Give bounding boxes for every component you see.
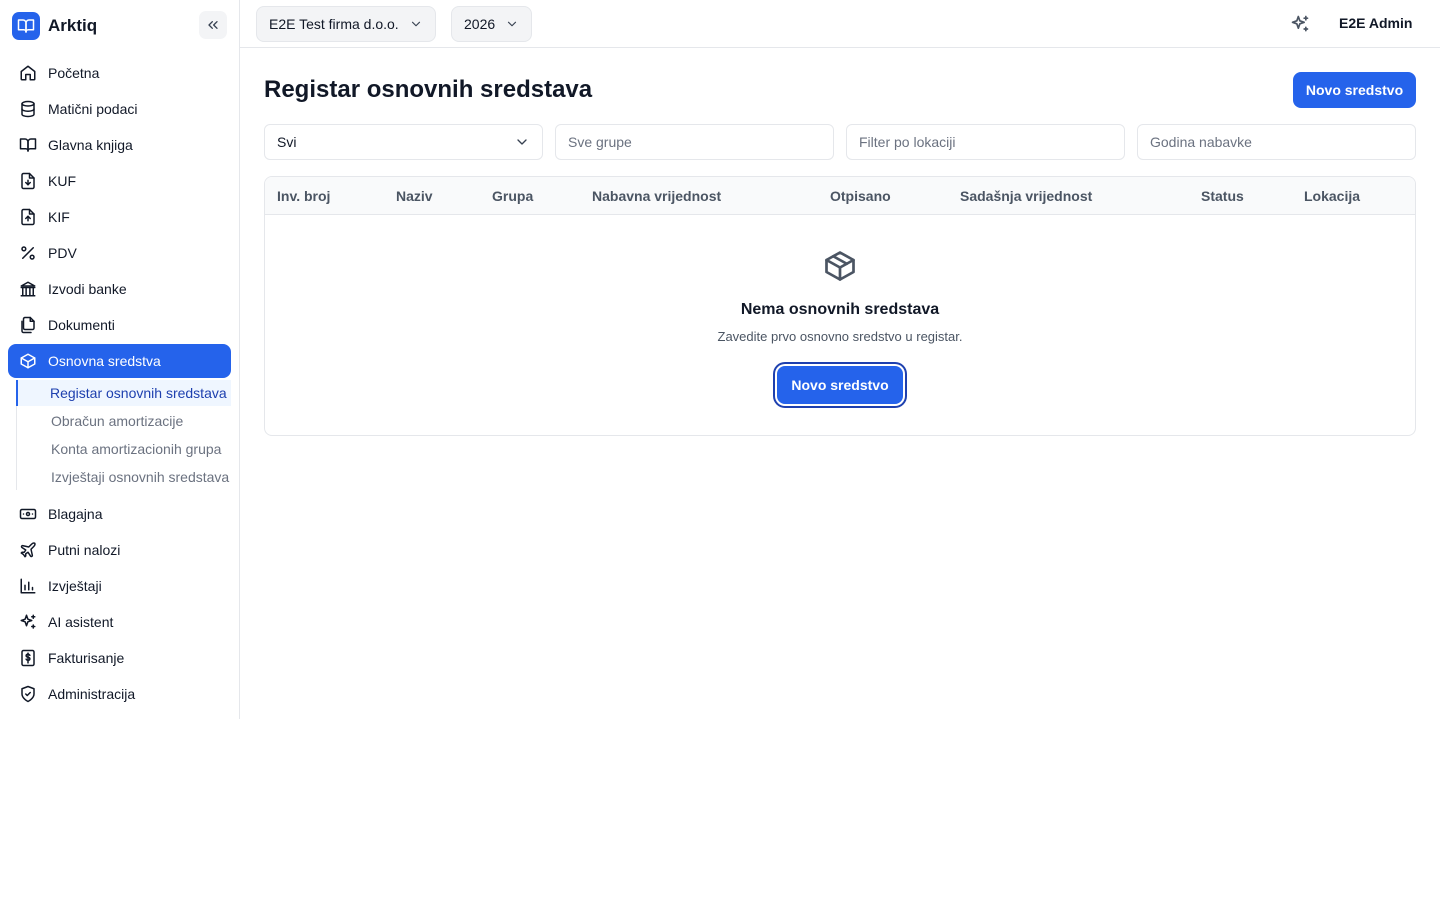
- topbar: E2E Test firma d.o.o. 2026 E2E Admin: [240, 0, 1440, 48]
- empty-state-title: Nema osnovnih sredstava: [740, 301, 940, 318]
- sidebar-item-label: Izvještaji: [48, 578, 102, 594]
- sidebar-item-label: Matični podaci: [48, 101, 138, 117]
- column-header-lokacija[interactable]: Lokacija: [1304, 188, 1360, 204]
- book-open-icon: [19, 136, 37, 154]
- subitem-obracun-amortizacije[interactable]: Obračun amortizacije: [17, 408, 231, 434]
- subitem-label: Registar osnovnih sredstava: [50, 385, 227, 401]
- sidebar-item-maticni-podaci[interactable]: Matični podaci: [8, 92, 231, 126]
- files-icon: [19, 316, 37, 334]
- sidebar-item-ai-asistent[interactable]: AI asistent: [8, 605, 231, 639]
- sidebar-item-pocetna[interactable]: Početna: [8, 56, 231, 90]
- sidebar-item-administracija[interactable]: Administracija: [8, 677, 231, 711]
- sidebar-item-label: Izvodi banke: [48, 281, 127, 297]
- bank-icon: [19, 280, 37, 298]
- sidebar-item-putni-nalozi[interactable]: Putni nalozi: [8, 533, 231, 567]
- location-filter-input[interactable]: [859, 134, 1112, 150]
- column-header-nabavna-vrijednost[interactable]: Nabavna vrijednost: [592, 188, 721, 204]
- sidebar-item-osnovna-sredstva[interactable]: Osnovna sredstva: [8, 344, 231, 378]
- book-open-icon: [12, 12, 40, 40]
- sidebar-item-kuf[interactable]: KUF: [8, 164, 231, 198]
- home-icon: [19, 64, 37, 82]
- sidebar-item-label: KIF: [48, 209, 70, 225]
- file-download-icon: [19, 172, 37, 190]
- sidebar-item-label: AI asistent: [48, 614, 114, 630]
- column-header-grupa[interactable]: Grupa: [492, 188, 533, 204]
- sidebar-item-label: Putni nalozi: [48, 542, 121, 558]
- chevron-down-icon: [514, 134, 530, 150]
- ai-assistant-button[interactable]: [1290, 14, 1310, 34]
- year-select[interactable]: 2026: [451, 6, 533, 42]
- invoice-dollar-icon: [19, 649, 37, 667]
- subitem-konta-amortizacionih-grupa[interactable]: Konta amortizacionih grupa: [17, 436, 231, 462]
- brand[interactable]: Arktiq: [12, 12, 97, 40]
- new-asset-button[interactable]: Novo sredstvo: [1293, 72, 1416, 108]
- acquisition-year-filter[interactable]: [1137, 124, 1416, 160]
- sidebar-item-label: Osnovna sredstva: [48, 353, 161, 369]
- status-filter-select[interactable]: Svi: [264, 124, 543, 160]
- column-header-otpisano[interactable]: Otpisano: [830, 188, 891, 204]
- package-icon: [19, 352, 37, 370]
- sparkles-icon: [19, 613, 37, 631]
- assets-table: Inv. broj Naziv Grupa Nabavna vrijednost…: [264, 176, 1416, 436]
- subitem-izvjestaji-osnovnih-sredstava[interactable]: Izvještaji osnovnih sredstava: [17, 464, 231, 490]
- sidebar-item-blagajna[interactable]: Blagajna: [8, 497, 231, 531]
- group-filter-input[interactable]: [568, 134, 821, 150]
- company-select[interactable]: E2E Test firma d.o.o.: [256, 6, 436, 42]
- sidebar-item-pdv[interactable]: PDV: [8, 236, 231, 270]
- status-filter-value: Svi: [277, 134, 297, 150]
- percent-icon: [19, 244, 37, 262]
- bar-chart-icon: [19, 577, 37, 595]
- company-name: E2E Test firma d.o.o.: [269, 16, 399, 32]
- empty-state-description: Zavedite prvo osnovno sredstvo u regista…: [717, 329, 963, 344]
- shield-check-icon: [19, 685, 37, 703]
- sidebar-item-izvodi-banke[interactable]: Izvodi banke: [8, 272, 231, 306]
- sidebar-item-label: Administracija: [48, 686, 136, 702]
- sidebar-item-label: Početna: [48, 65, 100, 81]
- subitem-label: Izvještaji osnovnih sredstava: [51, 469, 230, 485]
- sidebar-item-label: Blagajna: [48, 506, 103, 522]
- year-value: 2026: [464, 16, 496, 32]
- sidebar-item-kif[interactable]: KIF: [8, 200, 231, 234]
- sidebar-item-izvjestaji[interactable]: Izvještaji: [8, 569, 231, 603]
- user-menu[interactable]: E2E Admin: [1339, 15, 1412, 31]
- acquisition-year-input[interactable]: [1150, 134, 1403, 150]
- sparkles-icon: [1290, 14, 1310, 34]
- column-header-sadasnja-vrijednost[interactable]: Sadašnja vrijednost: [960, 188, 1092, 204]
- banknote-icon: [19, 505, 37, 523]
- page-title: Registar osnovnih sredstava: [264, 76, 593, 103]
- sidebar: Arktiq Početna Matični podaci Glavna knj…: [0, 0, 240, 719]
- chevrons-left-icon: [205, 17, 221, 33]
- sidebar-item-fakturisanje[interactable]: Fakturisanje: [8, 641, 231, 675]
- package-icon: [822, 248, 858, 284]
- plane-icon: [19, 541, 37, 559]
- chevron-down-icon: [505, 17, 519, 31]
- subitem-label: Obračun amortizacije: [51, 413, 184, 429]
- column-header-status[interactable]: Status: [1201, 188, 1244, 204]
- sidebar-item-label: Dokumenti: [48, 317, 115, 333]
- sidebar-item-label: PDV: [48, 245, 77, 261]
- sidebar-item-label: Glavna knjiga: [48, 137, 133, 153]
- app-name: Arktiq: [48, 16, 98, 35]
- sidebar-item-glavna-knjiga[interactable]: Glavna knjiga: [8, 128, 231, 162]
- empty-state-new-asset-button[interactable]: Novo sredstvo: [777, 366, 903, 404]
- sidebar-item-dokumenti[interactable]: Dokumenti: [8, 308, 231, 342]
- location-filter[interactable]: [846, 124, 1125, 160]
- file-upload-icon: [19, 208, 37, 226]
- chevron-down-icon: [409, 17, 423, 31]
- database-icon: [19, 100, 37, 118]
- sidebar-item-label: KUF: [48, 173, 76, 189]
- column-header-naziv[interactable]: Naziv: [396, 188, 433, 204]
- column-header-inv-broj[interactable]: Inv. broj: [277, 188, 330, 204]
- subitem-label: Konta amortizacionih grupa: [51, 441, 222, 457]
- table-header: Inv. broj Naziv Grupa Nabavna vrijednost…: [265, 177, 1415, 215]
- group-filter[interactable]: [555, 124, 834, 160]
- subitem-registar-osnovnih-sredstava[interactable]: Registar osnovnih sredstava: [16, 380, 231, 406]
- sidebar-item-label: Fakturisanje: [48, 650, 125, 666]
- collapse-sidebar-button[interactable]: [199, 11, 227, 39]
